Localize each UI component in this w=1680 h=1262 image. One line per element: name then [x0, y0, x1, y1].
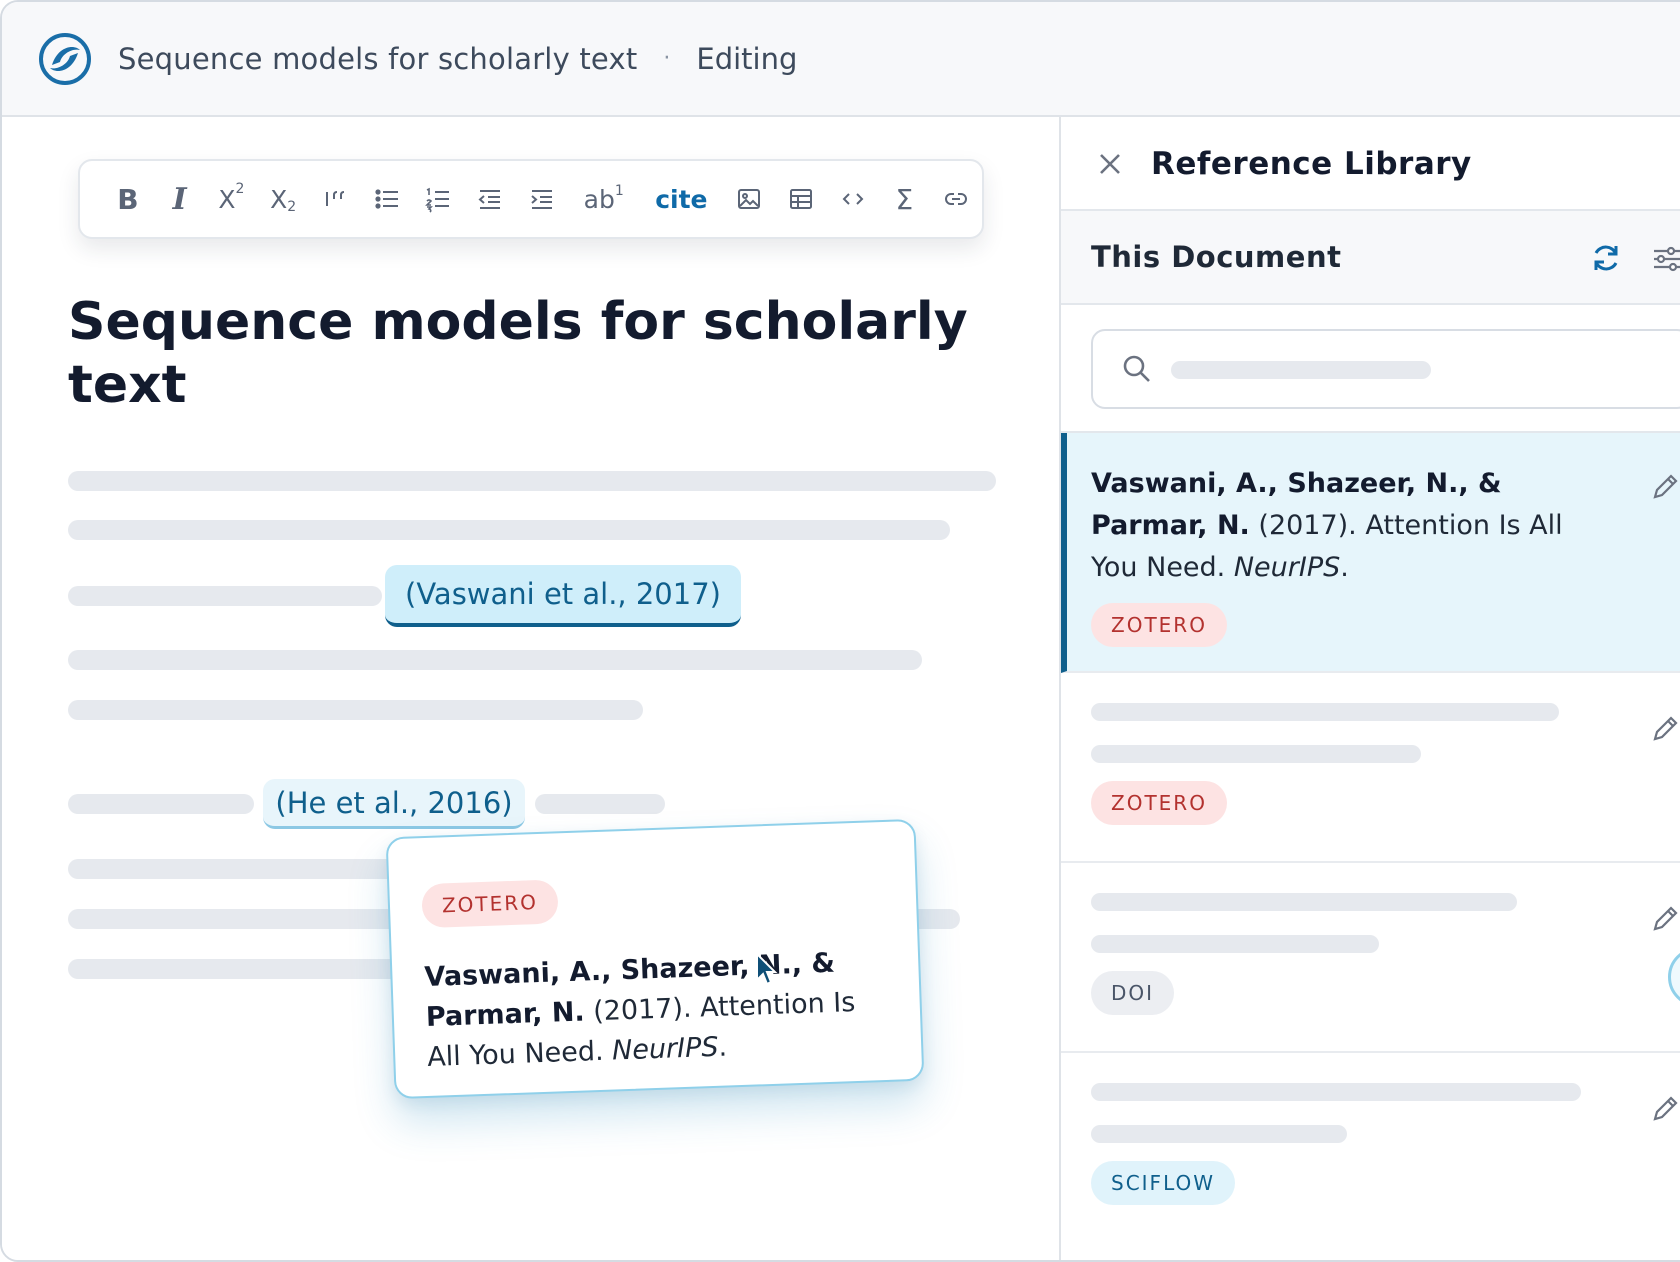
citation-he-2016[interactable]: (He et al., 2016): [263, 779, 525, 829]
reference-venue: NeurIPS: [1233, 552, 1341, 583]
link-icon: [945, 193, 968, 205]
bold-button[interactable]: B: [102, 173, 154, 225]
reference-item-selected[interactable]: Vaswani, A., Shazeer, N., & Parmar, N. (…: [1061, 433, 1680, 673]
insert-image-button[interactable]: [723, 173, 775, 225]
bullet-list-icon: [375, 189, 398, 209]
panel-header: Reference Library: [1061, 119, 1680, 211]
insert-table-button[interactable]: [775, 173, 827, 225]
image-icon: [738, 189, 761, 209]
source-tag-zotero: ZOTERO: [1091, 781, 1227, 825]
text-line-placeholder: [68, 959, 408, 979]
superscript-button[interactable]: X2: [206, 173, 258, 225]
pencil-icon[interactable]: [1649, 1093, 1680, 1125]
reference-text-placeholder: [1091, 745, 1421, 763]
search-area: [1061, 305, 1680, 433]
bullet-list-button[interactable]: [361, 173, 413, 225]
editing-mode-label: Editing: [696, 41, 798, 76]
popover-year: (2017).: [592, 992, 693, 1028]
subscript-mark: 2: [287, 199, 297, 215]
superscript-label: X: [218, 184, 236, 214]
text-line-placeholder: [68, 859, 408, 879]
app-window: Sequence models for scholarly text · Edi…: [0, 0, 1680, 1262]
search-box[interactable]: [1091, 329, 1680, 409]
filter-icon[interactable]: [1651, 243, 1680, 275]
search-icon: [1123, 355, 1150, 382]
indent-icon: [531, 190, 552, 209]
popover-venue: NeurIPS: [611, 1031, 719, 1067]
outdent-button[interactable]: [464, 173, 516, 225]
pencil-icon[interactable]: [1649, 713, 1680, 745]
pencil-icon[interactable]: [1649, 903, 1680, 935]
pencil-icon[interactable]: [1649, 471, 1680, 503]
superscript-mark: 2: [235, 181, 245, 197]
reference-library-panel: Reference Library This Document Vaswani,…: [1061, 119, 1680, 1260]
blockquote-button[interactable]: [309, 173, 361, 225]
section-title: This Document: [1091, 240, 1342, 274]
text-line-placeholder: [68, 650, 922, 670]
text-line-placeholder: [68, 471, 996, 491]
citation-preview-popover[interactable]: ZOTERO Vaswani, A., Shazeer, N., & Parma…: [385, 818, 925, 1100]
document-title: Sequence models for scholarly text: [118, 41, 638, 76]
reference-item[interactable]: ZOTERO: [1061, 673, 1680, 863]
reference-text: Vaswani, A., Shazeer, N., & Parmar, N. (…: [1091, 463, 1591, 589]
reference-text-placeholder: [1091, 935, 1379, 953]
title-separator: ·: [663, 46, 671, 71]
popover-reference-text: Vaswani, A., Shazeer, N., & Parmar, N. (…: [424, 942, 892, 1078]
source-tag-zotero: ZOTERO: [421, 879, 559, 929]
code-icon: [842, 193, 864, 205]
reference-text-placeholder: [1091, 893, 1517, 911]
reference-year: (2017).: [1258, 510, 1357, 541]
small-caps-label: ab: [583, 184, 615, 214]
subscript-label: X: [270, 184, 288, 214]
reference-item[interactable]: SCIFLOW: [1061, 1053, 1680, 1260]
mouse-cursor-icon: [756, 952, 778, 986]
text-line-placeholder: [535, 794, 665, 814]
subscript-button[interactable]: X2: [257, 173, 309, 225]
app-header: Sequence models for scholarly text · Edi…: [2, 2, 1680, 117]
link-button[interactable]: [930, 173, 982, 225]
reference-text-placeholder: [1091, 1083, 1581, 1101]
table-icon: [789, 189, 812, 209]
outdent-icon: [478, 190, 501, 209]
numbered-list-button[interactable]: [413, 173, 465, 225]
document-heading[interactable]: Sequence models for scholarly text: [68, 291, 968, 417]
blockquote-icon: [325, 191, 344, 206]
text-line-placeholder: [68, 700, 643, 720]
citation-vaswani-2017[interactable]: (Vaswani et al., 2017): [385, 565, 741, 627]
section-header: This Document: [1061, 211, 1680, 305]
indent-button[interactable]: [516, 173, 568, 225]
source-tag-zotero: ZOTERO: [1091, 603, 1227, 647]
panel-title: Reference Library: [1151, 146, 1472, 182]
reference-text-placeholder: [1091, 703, 1559, 721]
text-line-placeholder: [68, 586, 382, 606]
reference-text-placeholder: [1091, 1125, 1347, 1143]
reference-end: .: [1340, 552, 1349, 583]
source-tag-sciflow: SCIFLOW: [1091, 1161, 1236, 1205]
sync-icon[interactable]: [1589, 241, 1623, 275]
app-logo-icon[interactable]: [38, 32, 92, 86]
small-caps-mark: 1: [614, 183, 624, 199]
numbered-list-icon: [425, 187, 450, 213]
text-line-placeholder: [68, 520, 950, 540]
formatting-toolbar: B I X2 X2 ab 1 cite Σ: [78, 159, 984, 239]
popover-end: .: [717, 1031, 728, 1063]
cite-button[interactable]: cite: [640, 173, 724, 225]
code-button[interactable]: [827, 173, 879, 225]
small-caps-button[interactable]: ab 1: [568, 173, 640, 225]
close-icon[interactable]: [1095, 149, 1125, 179]
text-line-placeholder: [68, 794, 254, 814]
formula-button[interactable]: Σ: [878, 173, 930, 225]
source-tag-doi: DOI: [1091, 971, 1175, 1015]
search-placeholder-bar: [1171, 361, 1431, 379]
reference-item[interactable]: DOI: [1061, 863, 1680, 1053]
italic-button[interactable]: I: [154, 173, 206, 225]
